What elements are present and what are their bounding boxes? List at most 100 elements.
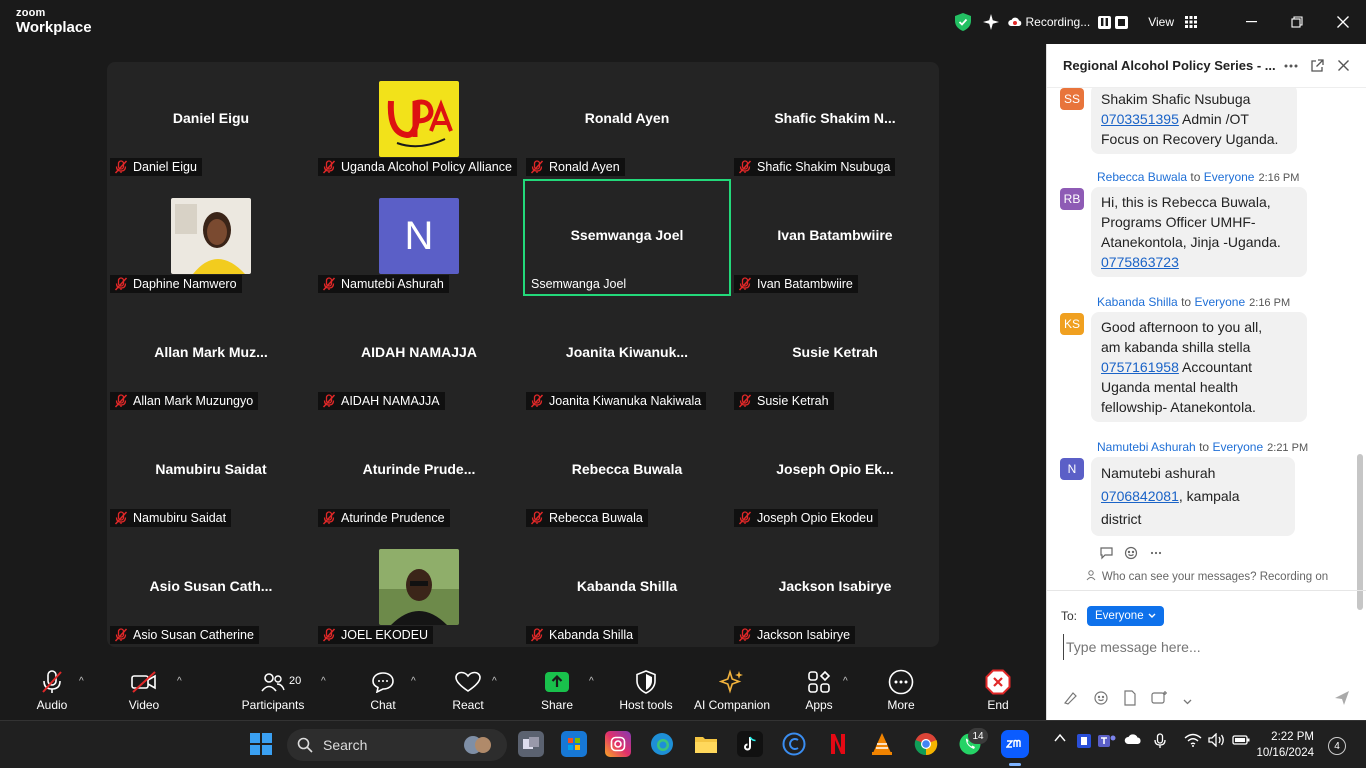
participant-tile[interactable]: Aturinde Prude... Aturinde Prudence [315, 413, 523, 530]
chat-options-caret[interactable]: ^ [411, 676, 416, 687]
phone-link[interactable]: 0706842081 [1101, 488, 1179, 504]
share-options-caret[interactable]: ^ [589, 676, 594, 687]
reply-icon[interactable] [1099, 546, 1114, 565]
microphone-tray-icon[interactable] [1154, 733, 1166, 752]
microsoft-store-icon[interactable] [561, 731, 587, 757]
onedrive-icon[interactable] [1124, 733, 1142, 748]
windows-start-icon[interactable] [248, 731, 274, 757]
react-button[interactable]: React [446, 668, 490, 712]
teams-icon[interactable] [1098, 733, 1116, 752]
apps-button[interactable]: Apps [798, 668, 840, 712]
send-button[interactable] [1334, 690, 1350, 711]
volume-icon[interactable] [1208, 732, 1226, 750]
screenshot-icon[interactable] [1151, 690, 1169, 711]
share-button[interactable]: Share [536, 668, 578, 712]
edge-browser-icon[interactable] [649, 731, 675, 757]
participant-tile[interactable]: AIDAH NAMAJJA AIDAH NAMAJJA [315, 296, 523, 413]
participant-tile[interactable]: Shafic Shakim N... Shafic Shakim Nsubuga [731, 62, 939, 179]
chat-message-input[interactable] [1063, 634, 1353, 660]
emoji-icon[interactable] [1093, 690, 1109, 711]
participant-tile[interactable]: Kabanda Shilla Kabanda Shilla [523, 530, 731, 647]
taskbar-search[interactable]: Search [287, 729, 507, 761]
more-actions-icon[interactable] [1149, 546, 1163, 565]
participant-tile[interactable]: Rebecca Buwala Rebecca Buwala [523, 413, 731, 530]
react-options-caret[interactable]: ^ [492, 676, 497, 687]
grid-view-icon[interactable] [1180, 11, 1202, 33]
chrome-icon[interactable] [913, 731, 939, 757]
file-explorer-icon[interactable] [693, 731, 719, 757]
close-window-button[interactable] [1320, 16, 1366, 28]
stop-recording-icon[interactable] [1115, 15, 1129, 29]
battery-icon[interactable] [1232, 733, 1250, 750]
compose-tools [1063, 690, 1192, 711]
participants-options-caret[interactable]: ^ [321, 676, 326, 687]
show-hidden-icons[interactable] [1054, 733, 1066, 746]
copilot-app-icon[interactable] [781, 731, 807, 757]
chat-header: Regional Alcohol Policy Series - ... [1047, 44, 1366, 88]
participant-tile[interactable]: Jackson Isabirye Jackson Isabirye [731, 530, 939, 647]
recipient-dropdown[interactable]: Everyone [1087, 606, 1164, 626]
participant-name: Kabanda Shilla [576, 578, 678, 594]
chat-button[interactable]: Chat [362, 668, 404, 712]
participant-tile[interactable]: Ivan Batambwiire Ivan Batambwiire [731, 179, 939, 296]
zoom-app-icon[interactable] [1001, 730, 1029, 758]
pause-recording-icon[interactable] [1098, 15, 1112, 29]
tiktok-icon[interactable] [737, 731, 763, 757]
minimize-button[interactable] [1228, 21, 1274, 23]
close-chat-icon[interactable] [1332, 55, 1354, 77]
participant-tile[interactable]: Uganda Alcohol Policy Alliance [315, 62, 523, 179]
apps-options-caret[interactable]: ^ [843, 676, 848, 687]
participant-tile[interactable]: Daphine Namwero [107, 179, 315, 296]
wifi-icon[interactable] [1184, 733, 1202, 750]
phone-link[interactable]: 0775863723 [1101, 254, 1179, 270]
audio-options-caret[interactable]: ^ [79, 676, 84, 687]
message-actions [1099, 546, 1163, 565]
file-attach-icon[interactable] [1123, 690, 1137, 711]
participant-label: Aturinde Prudence [318, 509, 450, 527]
ai-sparkle-icon[interactable] [980, 11, 1002, 33]
task-view-icon[interactable] [518, 731, 544, 757]
participant-tile[interactable]: Asio Susan Cath... Asio Susan Catherine [107, 530, 315, 647]
add-reaction-icon[interactable] [1124, 546, 1139, 565]
phone-link[interactable]: 0757161958 [1101, 359, 1179, 375]
notifications-badge[interactable]: 4 [1328, 737, 1346, 755]
system-clock[interactable]: 2:22 PM 10/16/2024 [1256, 729, 1314, 761]
participant-tile[interactable]: Ssemwanga Joel Ssemwanga Joel [523, 179, 731, 296]
format-text-icon[interactable] [1063, 691, 1079, 710]
pop-out-icon[interactable] [1306, 55, 1328, 77]
vlc-icon[interactable] [869, 731, 895, 757]
netflix-icon[interactable] [825, 731, 851, 757]
participant-tile[interactable]: Namubiru Saidat Namubiru Saidat [107, 413, 315, 530]
host-tools-button[interactable]: Host tools [616, 668, 676, 712]
mic-muted-icon [530, 628, 544, 642]
participants-icon [261, 673, 285, 692]
participant-name: Namubiru Saidat [155, 461, 267, 477]
more-options-icon[interactable] [1280, 55, 1302, 77]
audio-button[interactable]: Audio [30, 668, 74, 712]
encryption-shield-icon[interactable] [952, 11, 974, 33]
participant-tile[interactable]: N Namutebi Ashurah [315, 179, 523, 296]
participant-name: Asio Susan Cath... [149, 578, 273, 594]
video-button[interactable]: Video [122, 668, 166, 712]
more-button[interactable]: More [880, 668, 922, 712]
chat-messages[interactable]: SS Shakim Shafic Nsubuga 0703351395 Admi… [1047, 88, 1366, 613]
restore-button[interactable] [1274, 16, 1320, 28]
video-options-caret[interactable]: ^ [177, 676, 182, 687]
participant-tile[interactable]: Allan Mark Muz... Allan Mark Muzungyo [107, 296, 315, 413]
participant-tile[interactable]: Joseph Opio Ek... Joseph Opio Ekodeu [731, 413, 939, 530]
participant-tile[interactable]: JOEL EKODEU [315, 530, 523, 647]
participant-tile[interactable]: Joanita Kiwanuk... Joanita Kiwanuka Nakiw… [523, 296, 731, 413]
view-button[interactable]: View [1148, 15, 1174, 29]
tray-app-icon[interactable] [1076, 733, 1092, 752]
participant-tile[interactable]: Ronald Ayen Ronald Ayen [523, 62, 731, 179]
phone-link[interactable]: 0703351395 [1101, 111, 1179, 127]
instagram-icon[interactable] [605, 731, 631, 757]
participant-label: AIDAH NAMAJJA [318, 392, 445, 410]
end-meeting-button[interactable]: End [978, 668, 1018, 712]
participant-name: Susie Ketrah [792, 344, 878, 360]
privacy-notice[interactable]: Who can see your messages? Recording on [1047, 570, 1366, 590]
participant-tile[interactable]: Daniel Eigu Daniel Eigu [107, 62, 315, 179]
participant-tile[interactable]: Susie Ketrah Susie Ketrah [731, 296, 939, 413]
ai-companion-button[interactable]: AI Companion [692, 668, 772, 712]
chevron-down-icon[interactable] [1183, 692, 1192, 710]
